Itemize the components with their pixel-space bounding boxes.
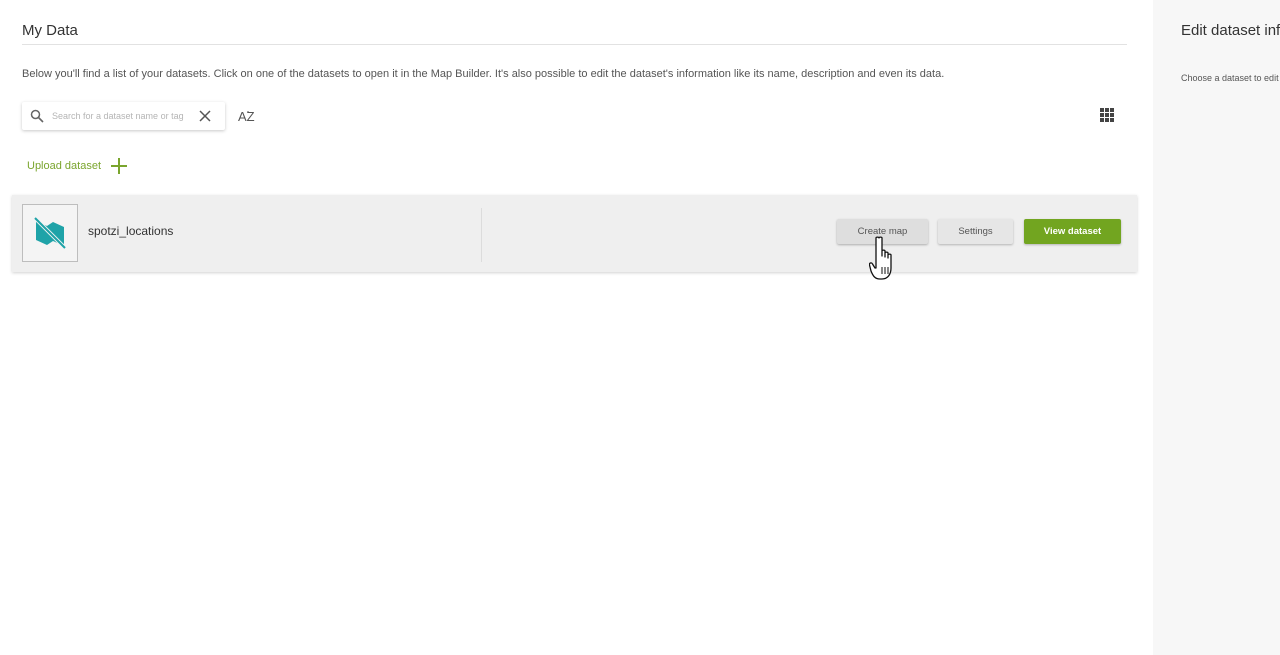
search-input[interactable] — [52, 111, 194, 121]
dataset-card[interactable]: spotzi_locations Create map Settings Vie… — [12, 195, 1137, 272]
dataset-thumbnail — [22, 204, 78, 262]
settings-button[interactable]: Settings — [938, 219, 1013, 244]
dataset-name[interactable]: spotzi_locations — [88, 224, 173, 238]
search-box — [22, 102, 225, 130]
sort-alpha-icon[interactable]: AZ — [237, 107, 259, 125]
page-title: My Data — [22, 22, 78, 39]
no-image-icon — [33, 216, 67, 250]
edit-panel-hint: Choose a dataset to edit its information — [1181, 73, 1280, 83]
upload-dataset-button[interactable]: Upload dataset — [27, 158, 127, 174]
edit-panel-title: Edit dataset information — [1181, 22, 1280, 39]
svg-text:AZ: AZ — [238, 109, 255, 124]
create-map-button[interactable]: Create map — [837, 219, 928, 244]
search-icon — [30, 109, 44, 123]
card-divider — [481, 208, 482, 262]
upload-dataset-label: Upload dataset — [27, 160, 101, 172]
plus-icon — [111, 158, 127, 174]
intro-text: Below you'll find a list of your dataset… — [22, 68, 945, 80]
view-dataset-button[interactable]: View dataset — [1024, 219, 1121, 244]
grid-view-icon[interactable] — [1100, 108, 1116, 122]
main-content: My Data Below you'll find a list of your… — [0, 0, 1153, 655]
close-icon[interactable] — [198, 109, 212, 123]
edit-dataset-panel: Edit dataset information Choose a datase… — [1153, 0, 1280, 655]
title-divider — [22, 44, 1127, 45]
